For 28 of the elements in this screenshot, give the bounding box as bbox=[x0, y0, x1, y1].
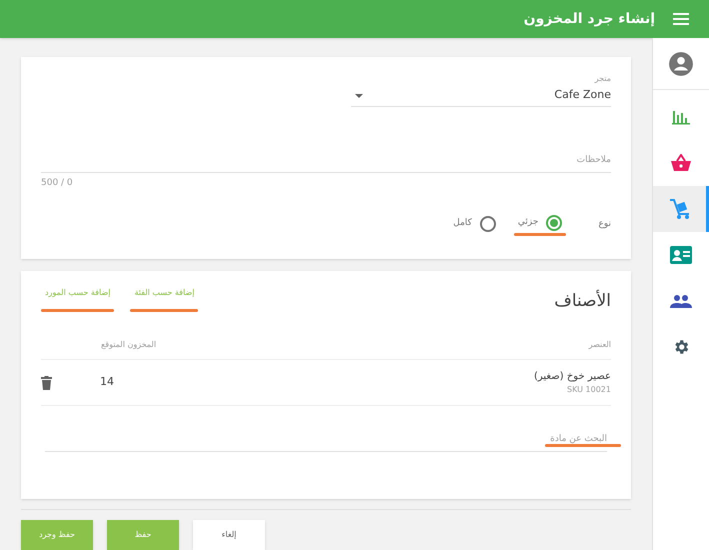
cancel-button[interactable]: إلغاء bbox=[193, 520, 265, 550]
add-link[interactable]: إضافة حسب المورد bbox=[41, 284, 114, 301]
add-link[interactable]: إضافة حسب الفئة bbox=[130, 284, 198, 301]
column-header: المخزون المتوقع bbox=[101, 339, 156, 352]
field-label: نوع bbox=[598, 218, 611, 232]
item-sku: SKU 10021 bbox=[566, 384, 611, 396]
bar-chart-icon bbox=[672, 109, 690, 125]
people-icon bbox=[670, 294, 692, 308]
save-button[interactable]: حفظ وجرد bbox=[21, 520, 93, 550]
item-name: عصير خوخ (صغير) bbox=[534, 370, 611, 384]
basket-icon bbox=[671, 154, 691, 172]
store-dropdown[interactable]: Cafe Zone bbox=[351, 85, 611, 107]
character-counter: 500 / 0 bbox=[41, 177, 73, 190]
page-title: إنشاء جرد المخزون bbox=[524, 10, 655, 28]
quantity-cell-text: 14 bbox=[100, 374, 114, 390]
menu-icon[interactable] bbox=[673, 13, 689, 25]
notes-field[interactable]: ملاحظات bbox=[41, 149, 611, 173]
trash-icon[interactable] bbox=[41, 376, 52, 390]
caret-icon bbox=[355, 94, 363, 98]
hand-truck-icon bbox=[668, 198, 690, 220]
contact-card-icon bbox=[670, 246, 692, 264]
field-label: متجر bbox=[593, 73, 611, 85]
radio-option[interactable]: جزئي bbox=[514, 214, 566, 230]
avatar-icon bbox=[668, 50, 694, 76]
section-title: الأصناف bbox=[554, 288, 611, 313]
column-header: العنصر bbox=[588, 339, 611, 352]
save-button[interactable]: حفظ bbox=[107, 520, 179, 550]
radio-option[interactable]: كامل bbox=[449, 216, 500, 232]
